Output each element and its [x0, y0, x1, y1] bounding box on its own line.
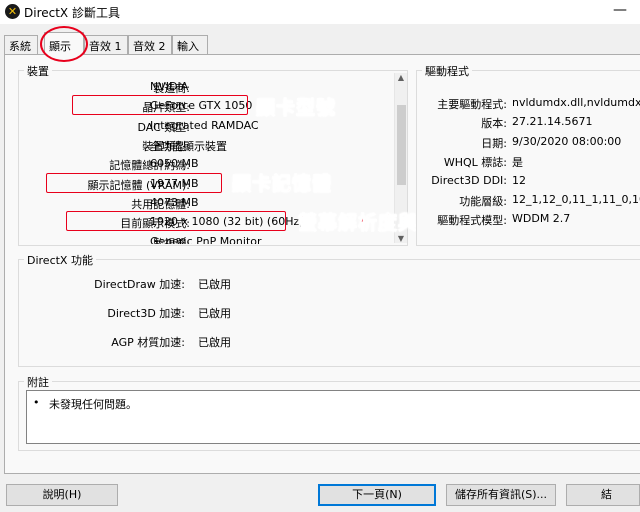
driver-label: 版本:: [481, 117, 507, 130]
driver-value: 27.21.14.5671: [512, 115, 593, 128]
window-title: DirectX 診斷工具: [24, 6, 120, 20]
device-group-title: 裝置: [24, 63, 52, 79]
annotation-vram: 顯卡記憶體: [232, 173, 333, 196]
notes-title: 附註: [24, 374, 52, 390]
driver-label: 驅動程式模型:: [437, 214, 507, 227]
chip-type-highlight: [72, 95, 248, 115]
driver-value: nvldumdx.dll,nvldumdx.dll,nv: [512, 96, 640, 109]
minimize-button[interactable]: —: [610, 2, 630, 20]
vram-highlight: [46, 173, 222, 193]
feature-value: 已啟用: [198, 307, 231, 320]
driver-label: Direct3D DDI:: [431, 174, 507, 187]
driver-label: 主要驅動程式:: [437, 98, 507, 111]
tab-highlight-circle: [40, 26, 88, 62]
scroll-up-icon[interactable]: ▲: [395, 73, 407, 82]
driver-label: WHQL 標誌:: [443, 156, 507, 169]
drivers-info-list: 主要驅動程式: nvldumdx.dll,nvldumdx.dll,nv 版本:…: [404, 96, 640, 228]
driver-value: 9/30/2020 08:00:00: [512, 135, 622, 148]
notes-list[interactable]: • 未發現任何問題。: [26, 390, 640, 444]
tab-sound-2[interactable]: 音效 2: [128, 35, 172, 54]
directx-features-title: DirectX 功能: [24, 252, 96, 268]
scroll-down-icon[interactable]: ▼: [395, 234, 407, 243]
device-value: 4073 MB: [150, 196, 199, 209]
next-page-button[interactable]: 下一頁(N): [318, 484, 436, 506]
bullet-icon: •: [33, 396, 40, 409]
device-value: NVIDIA: [150, 80, 189, 93]
exit-button[interactable]: 結: [566, 484, 640, 506]
directx-app-icon: ✕: [5, 4, 20, 19]
driver-label: 日期:: [481, 137, 507, 150]
annotation-chip-type: 顯卡型號: [256, 97, 337, 120]
device-value: Integrated RAMDAC: [150, 119, 259, 132]
feature-label: Direct3D 加速:: [107, 307, 185, 320]
driver-value: 12_1,12_0,11_1,11_0,10_1,10_: [512, 193, 640, 206]
feature-label: AGP 材質加速:: [111, 336, 185, 349]
tab-system[interactable]: 系統: [4, 35, 38, 54]
help-button[interactable]: 說明(H): [6, 484, 118, 506]
driver-value: 是: [512, 156, 523, 169]
title-bar: ✕ DirectX 診斷工具 —: [0, 0, 640, 24]
tab-input[interactable]: 輸入: [172, 35, 208, 54]
driver-value: WDDM 2.7: [512, 212, 571, 225]
feature-value: 已啟用: [198, 278, 231, 291]
device-value: 6050 MB: [150, 157, 199, 170]
drivers-group-title: 驅動程式: [422, 63, 472, 79]
device-value: 全功能顯示裝置: [150, 140, 227, 153]
feature-value: 已啟用: [198, 336, 231, 349]
device-value: Generic PnP Monitor: [150, 235, 262, 244]
note-item: 未發現任何問題。: [49, 398, 137, 411]
save-all-info-button[interactable]: 儲存所有資訊(S)...: [446, 484, 556, 506]
driver-value: 12: [512, 174, 526, 187]
driver-label: 功能層級:: [459, 195, 507, 208]
display-mode-highlight: [66, 211, 286, 231]
feature-label: DirectDraw 加速:: [94, 278, 185, 291]
tab-sound-1[interactable]: 音效 1: [84, 35, 128, 54]
